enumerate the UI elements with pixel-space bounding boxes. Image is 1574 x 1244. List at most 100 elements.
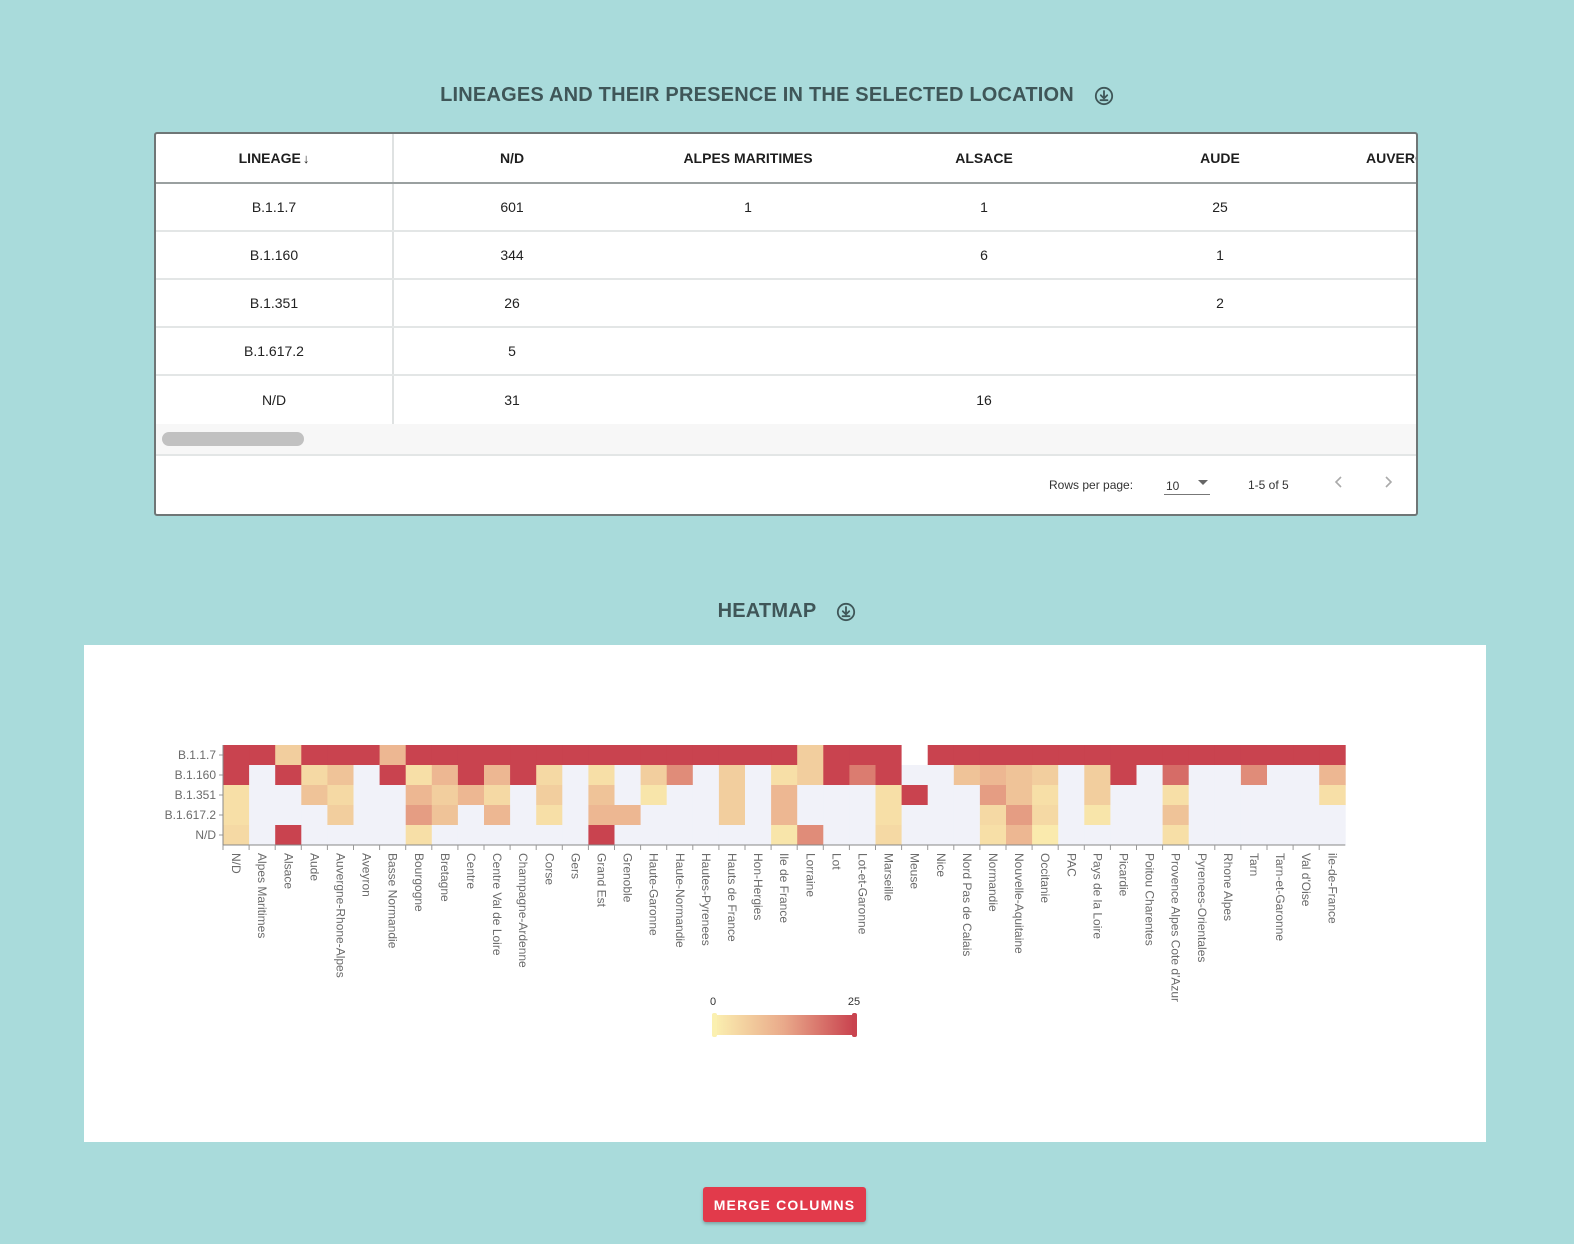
heatmap-cell[interactable] xyxy=(1162,785,1190,806)
column-header-lineage[interactable]: LINEAGE ↓ xyxy=(156,134,394,182)
heatmap-cell[interactable] xyxy=(536,825,563,846)
heatmap-cell[interactable] xyxy=(692,745,720,766)
heatmap-cell[interactable] xyxy=(249,805,276,826)
heatmap-cell[interactable] xyxy=(327,765,354,786)
heatmap-cell[interactable] xyxy=(1110,825,1137,846)
heatmap-cell[interactable] xyxy=(1240,765,1268,786)
heatmap-cell[interactable] xyxy=(1110,805,1137,826)
heatmap-cell[interactable] xyxy=(927,805,955,826)
heatmap-cell[interactable] xyxy=(1293,765,1320,786)
heatmap-cell[interactable] xyxy=(275,785,302,806)
heatmap-cell[interactable] xyxy=(405,805,433,826)
heatmap-cell[interactable] xyxy=(1267,825,1294,846)
heatmap-cell[interactable] xyxy=(379,825,407,846)
heatmap-cell[interactable] xyxy=(901,825,929,846)
heatmap-cell[interactable] xyxy=(1293,805,1320,826)
heatmap-cell[interactable] xyxy=(927,765,955,786)
heatmap-cell[interactable] xyxy=(1110,785,1137,806)
heatmap-cell[interactable] xyxy=(275,825,302,846)
heatmap-cell[interactable] xyxy=(979,745,1007,766)
heatmap-cell[interactable] xyxy=(275,745,302,766)
heatmap-cell[interactable] xyxy=(979,785,1007,806)
heatmap-cell[interactable] xyxy=(431,765,459,786)
heatmap-cell[interactable] xyxy=(1006,805,1033,826)
heatmap-cell[interactable] xyxy=(823,765,850,786)
heatmap-cell[interactable] xyxy=(379,805,407,826)
heatmap-cell[interactable] xyxy=(510,785,537,806)
heatmap-cell[interactable] xyxy=(849,805,876,826)
heatmap-cell[interactable] xyxy=(562,785,589,806)
heatmap-cell[interactable] xyxy=(484,745,511,766)
heatmap-cell[interactable] xyxy=(405,745,433,766)
heatmap-cell[interactable] xyxy=(692,825,720,846)
column-header[interactable]: AUVERG xyxy=(1338,134,1416,182)
heatmap-cell[interactable] xyxy=(327,785,354,806)
table-scroll-area[interactable]: LINEAGE ↓ N/D ALPES MARITIMES ALSACE AUDE… xyxy=(156,134,1416,424)
heatmap-cell[interactable] xyxy=(797,745,824,766)
heatmap-cell[interactable] xyxy=(249,785,276,806)
heatmap-cell[interactable] xyxy=(979,825,1007,846)
heatmap-cell[interactable] xyxy=(353,785,381,806)
heatmap-cell[interactable] xyxy=(979,805,1007,826)
heatmap-cell[interactable] xyxy=(745,765,772,786)
heatmap-cell[interactable] xyxy=(666,825,694,846)
heatmap-cell[interactable] xyxy=(927,745,955,766)
heatmap-cell[interactable] xyxy=(666,785,694,806)
heatmap-cell[interactable] xyxy=(1136,765,1164,786)
heatmap-cell[interactable] xyxy=(1136,745,1164,766)
heatmap-cell[interactable] xyxy=(536,805,563,826)
heatmap-cell[interactable] xyxy=(1319,825,1346,846)
heatmap-cell[interactable] xyxy=(1136,825,1164,846)
heatmap-cell[interactable] xyxy=(1084,765,1111,786)
heatmap-cell[interactable] xyxy=(849,745,876,766)
heatmap-cell[interactable] xyxy=(1162,765,1190,786)
heatmap-cell[interactable] xyxy=(718,805,746,826)
download-icon[interactable] xyxy=(836,602,856,622)
heatmap-cell[interactable] xyxy=(588,785,615,806)
heatmap-cell[interactable] xyxy=(249,765,276,786)
heatmap-cell[interactable] xyxy=(510,745,537,766)
heatmap-cell[interactable] xyxy=(379,785,407,806)
heatmap-cell[interactable] xyxy=(1006,825,1033,846)
heatmap-cell[interactable] xyxy=(405,785,433,806)
heatmap-cell[interactable] xyxy=(666,765,694,786)
heatmap-cell[interactable] xyxy=(588,825,615,846)
heatmap-cell[interactable] xyxy=(1084,805,1111,826)
heatmap-cell[interactable] xyxy=(301,825,328,846)
heatmap-cell[interactable] xyxy=(953,785,981,806)
heatmap-cell[interactable] xyxy=(1214,785,1242,806)
heatmap-cell[interactable] xyxy=(588,765,615,786)
heatmap-cell[interactable] xyxy=(1006,765,1033,786)
heatmap-cell[interactable] xyxy=(927,825,955,846)
heatmap-cell[interactable] xyxy=(1058,745,1085,766)
heatmap-cell[interactable] xyxy=(327,805,354,826)
heatmap-cell[interactable] xyxy=(562,765,589,786)
heatmap-cell[interactable] xyxy=(457,765,485,786)
heatmap-cell[interactable] xyxy=(301,805,328,826)
heatmap-cell[interactable] xyxy=(353,745,381,766)
heatmap-cell[interactable] xyxy=(1058,805,1085,826)
heatmap-cell[interactable] xyxy=(484,765,511,786)
heatmap-cell[interactable] xyxy=(457,825,485,846)
previous-page-button[interactable] xyxy=(1327,470,1351,494)
heatmap-cell[interactable] xyxy=(536,765,563,786)
heatmap-cell[interactable] xyxy=(640,765,668,786)
heatmap-cell[interactable] xyxy=(692,785,720,806)
heatmap-cell[interactable] xyxy=(692,765,720,786)
heatmap-cell[interactable] xyxy=(614,745,642,766)
heatmap-cell[interactable] xyxy=(1084,745,1111,766)
heatmap-cell[interactable] xyxy=(953,745,981,766)
heatmap-cell[interactable] xyxy=(431,745,459,766)
heatmap-cell[interactable] xyxy=(1162,745,1190,766)
heatmap-cell[interactable] xyxy=(431,785,459,806)
heatmap-cell[interactable] xyxy=(275,805,302,826)
heatmap-cell[interactable] xyxy=(301,745,328,766)
heatmap-cell[interactable] xyxy=(823,785,850,806)
heatmap-cell[interactable] xyxy=(1032,765,1059,786)
heatmap-cell[interactable] xyxy=(588,745,615,766)
heatmap-cell[interactable] xyxy=(1267,805,1294,826)
heatmap-cell[interactable] xyxy=(249,825,276,846)
heatmap-cell[interactable] xyxy=(771,785,798,806)
next-page-button[interactable] xyxy=(1376,470,1400,494)
heatmap-cell[interactable] xyxy=(275,765,302,786)
